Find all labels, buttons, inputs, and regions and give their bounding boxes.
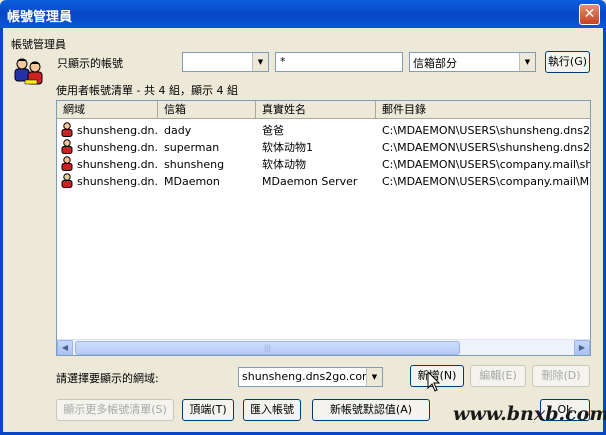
run-button[interactable]: 執行(G) bbox=[545, 51, 590, 73]
cell-realname: 软体动物1 bbox=[262, 141, 313, 154]
user-icon bbox=[60, 122, 76, 139]
title-bar: 帳號管理員 ✕ bbox=[0, 0, 606, 28]
filter-pattern-input[interactable]: * bbox=[275, 52, 403, 72]
cell-domain: shunsheng.dn... bbox=[77, 158, 157, 171]
user-icon bbox=[60, 139, 76, 156]
chevron-down-icon[interactable]: ▼ bbox=[519, 53, 535, 71]
cell-realname: MDaemon Server bbox=[262, 175, 358, 188]
cell-directory: C:\MDAEMON\USERS\company.mail\MDa bbox=[382, 175, 590, 188]
domain-select-label: 請選擇要顯示的網域: bbox=[56, 372, 159, 385]
edit-button[interactable]: 編輯(E) bbox=[470, 365, 526, 387]
show-more-button[interactable]: 顯示更多帳號清單(S) bbox=[56, 399, 174, 421]
column-header-directory[interactable]: 郵件目錄 bbox=[376, 101, 590, 119]
table-row[interactable]: shunsheng.dn... shunsheng 软体动物 C:\MDAEMO… bbox=[57, 156, 590, 173]
cell-realname: 爸爸 bbox=[262, 124, 284, 137]
cell-mailbox: MDaemon bbox=[164, 175, 220, 188]
close-button[interactable]: ✕ bbox=[579, 4, 600, 25]
users-icon bbox=[11, 56, 47, 88]
mouse-cursor-icon bbox=[427, 370, 441, 393]
defaults-button[interactable]: 新帳號默認值(A) bbox=[312, 399, 430, 421]
account-list[interactable]: 網域 信箱 真實姓名 郵件目錄 shunsheng.dn... dady 爸爸 … bbox=[56, 100, 591, 356]
filter-category-combo[interactable]: 信箱部分 ▼ bbox=[409, 52, 536, 72]
filter-category-value: 信箱部分 bbox=[413, 57, 457, 70]
cell-domain: shunsheng.dn... bbox=[77, 175, 157, 188]
domain-select[interactable]: shunsheng.dns2go.com ▼ bbox=[238, 367, 383, 387]
column-header-mailbox[interactable]: 信箱 bbox=[158, 101, 256, 119]
cell-mailbox: shunsheng bbox=[164, 158, 225, 171]
cell-domain: shunsheng.dn... bbox=[77, 141, 157, 154]
chevron-down-icon[interactable]: ▼ bbox=[252, 53, 268, 71]
scroll-right-icon[interactable]: ▶ bbox=[574, 340, 590, 355]
table-row[interactable]: shunsheng.dn... superman 软体动物1 C:\MDAEMO… bbox=[57, 139, 590, 156]
scrollbar-thumb[interactable]: ||| bbox=[75, 341, 460, 355]
cell-mailbox: superman bbox=[164, 141, 220, 154]
domain-select-value: shunsheng.dns2go.com bbox=[242, 370, 373, 383]
import-button[interactable]: 匯入帳號 bbox=[243, 399, 301, 421]
window-title: 帳號管理員 bbox=[7, 10, 73, 25]
column-header-realname[interactable]: 真實姓名 bbox=[256, 101, 376, 119]
list-header: 網域 信箱 真實姓名 郵件目錄 bbox=[57, 101, 590, 119]
column-header-domain[interactable]: 網域 bbox=[57, 101, 158, 119]
group-label: 帳號管理員 bbox=[11, 38, 66, 51]
watermark: www.bnxb.com bbox=[453, 403, 606, 425]
list-summary: 使用者帳號清單 - 共 4 組，顯示 4 組 bbox=[56, 84, 238, 97]
cell-directory: C:\MDAEMON\USERS\company.mail\shun bbox=[382, 158, 590, 171]
table-row[interactable]: shunsheng.dn... MDaemon MDaemon Server C… bbox=[57, 173, 590, 190]
cell-domain: shunsheng.dn... bbox=[77, 124, 157, 137]
user-icon bbox=[60, 156, 76, 173]
cell-directory: C:\MDAEMON\USERS\shunsheng.dns2go bbox=[382, 141, 590, 154]
horizontal-scrollbar[interactable]: ◀ ||| ▶ bbox=[57, 339, 590, 355]
filter-field-combo[interactable]: ▼ bbox=[182, 52, 269, 72]
delete-button[interactable]: 刪除(D) bbox=[532, 365, 590, 387]
cell-mailbox: dady bbox=[164, 124, 192, 137]
filter-label: 只顯示的帳號 bbox=[57, 57, 123, 70]
chevron-down-icon[interactable]: ▼ bbox=[366, 368, 382, 386]
scroll-left-icon[interactable]: ◀ bbox=[57, 340, 73, 355]
table-row[interactable]: shunsheng.dn... dady 爸爸 C:\MDAEMON\USERS… bbox=[57, 122, 590, 139]
cell-realname: 软体动物 bbox=[262, 158, 306, 171]
cell-directory: C:\MDAEMON\USERS\shunsheng.dns2go bbox=[382, 124, 590, 137]
user-icon bbox=[60, 173, 76, 190]
top-button[interactable]: 頂端(T) bbox=[182, 399, 234, 421]
